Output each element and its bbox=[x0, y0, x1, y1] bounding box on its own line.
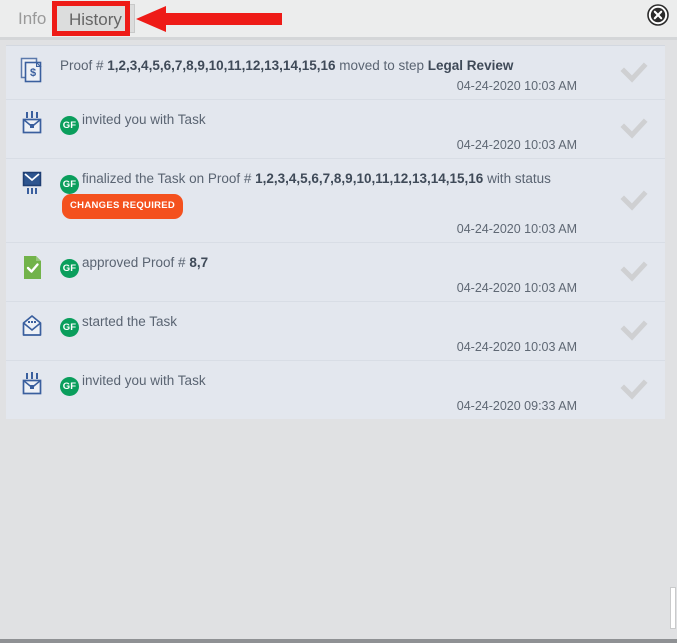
row-check-button[interactable] bbox=[617, 115, 651, 143]
history-row[interactable]: GF started the Task 04-24-2020 10:03 AM bbox=[6, 302, 665, 361]
row-body: GF started the Task 04-24-2020 10:03 AM bbox=[60, 311, 665, 354]
row-text-segment: with status bbox=[483, 171, 551, 186]
row-text-segment: started the Task bbox=[82, 314, 178, 329]
check-icon bbox=[620, 118, 648, 139]
row-icon: $ bbox=[6, 55, 60, 85]
row-icon bbox=[6, 252, 60, 282]
header-divider bbox=[0, 37, 677, 40]
scrollbar-thumb[interactable] bbox=[670, 587, 676, 629]
row-timestamp: 04-24-2020 10:03 AM bbox=[456, 138, 577, 152]
row-icon bbox=[6, 311, 60, 341]
proof-document-icon: $ bbox=[20, 57, 42, 83]
check-icon bbox=[620, 379, 648, 400]
avatar: GF bbox=[60, 175, 79, 194]
open-envelope-icon bbox=[22, 315, 42, 336]
row-text: GF invited you with Task bbox=[60, 370, 655, 396]
avatar: GF bbox=[60, 259, 79, 278]
avatar: GF bbox=[60, 318, 79, 337]
check-icon bbox=[620, 261, 648, 282]
row-text: GF approved Proof # 8,7 bbox=[60, 252, 655, 278]
row-timestamp: 04-24-2020 10:03 AM bbox=[456, 79, 577, 93]
check-icon bbox=[620, 189, 648, 211]
avatar: GF bbox=[60, 116, 79, 135]
row-text-segment: Legal Review bbox=[427, 58, 514, 73]
row-check-button[interactable] bbox=[617, 376, 651, 404]
row-text: Proof # 1,2,3,4,5,6,7,8,9,10,11,12,13,14… bbox=[60, 55, 655, 76]
history-row[interactable]: GF invited you with Task 04-24-2020 09:33… bbox=[6, 361, 665, 419]
history-row[interactable]: GF invited you with Task 04-24-2020 10:03… bbox=[6, 100, 665, 159]
window-bottom-edge bbox=[0, 639, 677, 643]
row-text-segment: invited you with Task bbox=[82, 373, 206, 388]
row-timestamp: 04-24-2020 10:03 AM bbox=[456, 340, 577, 354]
row-check-button[interactable] bbox=[617, 258, 651, 286]
sent-envelope-icon bbox=[22, 171, 42, 194]
row-text: GF started the Task bbox=[60, 311, 655, 337]
row-text-segment: 1,2,3,4,5,6,7,8,9,10,11,12,13,14,15,16 bbox=[255, 171, 484, 186]
row-text-segment: Proof # bbox=[60, 58, 108, 73]
history-row[interactable]: GF finalized the Task on Proof # 1,2,3,4,… bbox=[6, 159, 665, 243]
row-text-segment: 1,2,3,4,5,6,7,8,9,10,11,12,13,14,15,16 bbox=[107, 58, 336, 73]
row-text-segment: moved to step bbox=[335, 58, 428, 73]
tab-history[interactable]: History bbox=[56, 4, 135, 33]
row-timestamp: 04-24-2020 10:03 AM bbox=[456, 281, 577, 295]
svg-text:$: $ bbox=[30, 67, 36, 79]
avatar: GF bbox=[60, 377, 79, 396]
row-text-segment: approved Proof # bbox=[82, 255, 190, 270]
row-check-button[interactable] bbox=[617, 59, 651, 87]
check-icon bbox=[620, 61, 648, 83]
invite-envelope-icon bbox=[22, 111, 42, 134]
tab-info[interactable]: Info bbox=[6, 4, 58, 33]
row-icon bbox=[6, 109, 60, 139]
row-text-segment: 8,7 bbox=[189, 255, 209, 270]
history-row[interactable]: $ Proof # 1,2,3,4,5,6,7,8,9,10,11,12,13,… bbox=[6, 46, 665, 100]
row-text-segment: invited you with Task bbox=[82, 112, 206, 127]
check-icon bbox=[620, 320, 648, 341]
invite-envelope-icon bbox=[22, 372, 42, 395]
approved-document-icon bbox=[24, 256, 41, 279]
row-check-button[interactable] bbox=[617, 187, 651, 215]
history-row[interactable]: GF approved Proof # 8,7 04-24-2020 10:03 … bbox=[6, 243, 665, 302]
row-body: GF invited you with Task 04-24-2020 09:33… bbox=[60, 370, 665, 413]
row-icon bbox=[6, 370, 60, 400]
tab-bar: Info History bbox=[0, 0, 677, 37]
scrollbar-track[interactable] bbox=[669, 40, 677, 636]
row-body: GF invited you with Task 04-24-2020 10:03… bbox=[60, 109, 665, 152]
history-list: $ Proof # 1,2,3,4,5,6,7,8,9,10,11,12,13,… bbox=[6, 45, 665, 419]
row-timestamp: 04-24-2020 09:33 AM bbox=[456, 399, 577, 413]
row-text: GF invited you with Task bbox=[60, 109, 655, 135]
row-text-segment: finalized the Task on Proof # bbox=[82, 171, 256, 186]
row-check-button[interactable] bbox=[617, 317, 651, 345]
status-badge: CHANGES REQUIRED bbox=[62, 194, 184, 219]
row-timestamp: 04-24-2020 10:03 AM bbox=[456, 222, 577, 236]
row-body: GF approved Proof # 8,7 04-24-2020 10:03 … bbox=[60, 252, 665, 295]
row-text: GF finalized the Task on Proof # 1,2,3,4,… bbox=[60, 168, 655, 219]
row-body: Proof # 1,2,3,4,5,6,7,8,9,10,11,12,13,14… bbox=[60, 55, 665, 93]
row-body: GF finalized the Task on Proof # 1,2,3,4,… bbox=[60, 168, 665, 236]
close-button[interactable] bbox=[647, 4, 669, 26]
row-icon bbox=[6, 168, 60, 198]
close-circle-icon bbox=[647, 4, 669, 26]
